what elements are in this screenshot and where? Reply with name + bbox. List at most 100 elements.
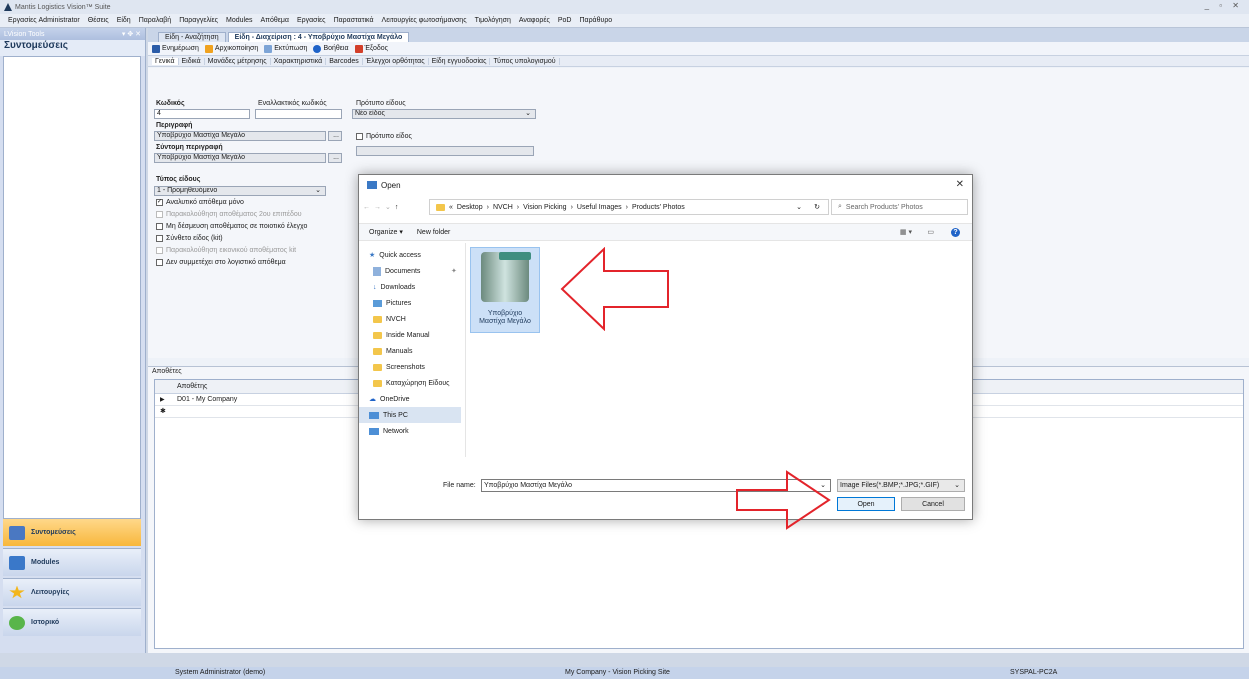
exit-button[interactable]: Έξοδος [354,44,388,53]
computer-icon [369,411,379,419]
up-arrow-icon[interactable]: ↑ [395,204,399,211]
window-controls[interactable]: _ ▫ ✕ [1205,1,1243,10]
tab-validation[interactable]: Έλεγχοι ορθότητας [363,57,429,65]
tab-attributes[interactable]: Χαρακτηριστικά [271,57,327,65]
cancel-button[interactable]: Cancel [901,497,965,511]
nav-button-functions[interactable]: Λειτουργίες [3,578,141,606]
nav-button-shortcuts[interactable]: Συντομεύσεις [3,518,141,546]
tab-general[interactable]: Γενικά [152,57,179,65]
file-thumbnail[interactable]: Υποβρύχιο Μαστίχα Μεγάλο [470,247,540,333]
recent-chevron-icon[interactable]: ⌄ [385,203,391,211]
menu-item[interactable]: Modules [222,17,256,24]
breadcrumb-products-photos[interactable]: Products' Photos [632,204,685,211]
new-folder-button[interactable]: New folder [417,229,450,236]
help-button[interactable]: Βοήθεια [313,44,349,53]
update-button[interactable]: Ενημέρωση [152,44,199,53]
menu-item[interactable]: Απόθεμα [256,17,293,24]
short-description-ellipsis-button[interactable]: ... [328,153,342,163]
menu-item[interactable]: Αναφορές [515,17,554,24]
nav-inside-manual[interactable]: Inside Manual [359,327,461,343]
template-select[interactable]: Νέο είδος ⌄ [352,109,536,119]
short-description-field[interactable]: Υποβρύχιο Μαστίχα Μεγάλο [154,153,326,163]
nav-label: Inside Manual [386,331,430,339]
menu-item[interactable]: Παραστατικά [330,17,378,24]
menu-item[interactable]: Τιμολόγηση [471,17,515,24]
tab-items-manage[interactable]: Είδη - Διαχείριση : 4 - Υποβρύχιο Μαστίχ… [227,32,410,42]
nav-manuals[interactable]: Manuals [359,343,461,359]
close-icon[interactable]: ✕ [956,179,964,190]
nav-this-pc[interactable]: This PC [359,407,461,423]
menu-item[interactable]: Παραλαβή [135,17,176,24]
panel-pin-icon[interactable]: ▾ ✥ ✕ [122,30,141,38]
nav-button-history[interactable]: Ιστορικό [3,608,141,636]
grid-column-header[interactable]: Αποθέτης [177,383,207,390]
reset-button[interactable]: Αρχικοποίηση [204,44,258,53]
chevron-down-icon[interactable]: ⌄ [796,203,802,211]
preview-pane-icon[interactable]: ▭ [927,228,934,236]
nav-button-modules[interactable]: Modules [3,548,141,576]
checkbox-analytical-stock[interactable]: ✓ Αναλυτικό απόθεμα μόνο [156,199,244,206]
breadcrumb-nvch[interactable]: NVCH [493,204,513,211]
history-icon [9,615,25,630]
description-label: Περιγραφή [156,122,193,129]
file-label: Υποβρύχιο Μαστίχα Μεγάλο [471,310,539,326]
tab-calc-type[interactable]: Τύπος υπολογισμού [490,57,560,65]
grid-cell[interactable]: D01 - My Company [177,396,237,403]
nav-network[interactable]: Network [359,423,461,439]
breadcrumb-useful-images[interactable]: Useful Images [577,204,622,211]
menu-item[interactable]: Εργασίες [293,17,330,24]
open-button[interactable]: Open [837,497,895,511]
description-ellipsis-button[interactable]: ... [328,131,342,141]
checkbox-box [156,223,163,230]
forward-arrow-icon[interactable]: → [374,204,381,211]
nav-quick-access[interactable]: ★ Quick access [359,247,461,263]
view-options-icon[interactable]: ▦ ▾ [900,228,912,236]
tab-units[interactable]: Μονάδες μέτρησης [205,57,271,65]
menu-item[interactable]: Είδη [113,17,135,24]
template-checkbox[interactable]: Πρότυπο είδος [356,133,412,140]
shortcuts-list[interactable] [3,56,141,536]
menu-item[interactable]: Θέσεις [84,17,113,24]
print-label: Εκτύπωση [274,45,308,52]
tab-warranty[interactable]: Είδη εγγυοδοσίας [429,57,491,65]
refresh-icon[interactable]: ↻ [814,203,820,211]
description-field[interactable]: Υποβρύχιο Μαστίχα Μεγάλο [154,131,326,141]
nav-nvch[interactable]: NVCH [359,311,461,327]
template-value: Νέο είδος [355,110,385,117]
nav-downloads[interactable]: ↓ Downloads [359,279,461,295]
alt-code-field[interactable] [255,109,342,119]
nav-label: Ιστορικό [31,619,60,626]
breadcrumb-overflow[interactable]: « [449,204,453,211]
nav-onedrive[interactable]: ☁ OneDrive [359,391,461,407]
nav-pictures[interactable]: Pictures [359,295,461,311]
organize-button[interactable]: Organize ▾ [369,228,403,236]
nav-documents[interactable]: Documents ✦ [359,263,461,279]
checkbox-not-in-accounting[interactable]: Δεν συμμετέχει στο λογιστικό απόθεμα [156,259,286,266]
checkbox-box [156,211,163,218]
tab-items-search[interactable]: Είδη - Αναζήτηση [158,32,226,42]
menu-item[interactable]: Παράθυρο [575,17,616,24]
breadcrumb-desktop[interactable]: Desktop [457,204,483,211]
nav-label: Downloads [380,283,416,291]
address-bar[interactable]: « Desktop › NVCH › Vision Picking › Useful … [429,199,829,215]
folder-icon [373,315,382,323]
help-icon[interactable]: ? [951,227,960,237]
checkbox-kit[interactable]: Σύνθετο είδος (kit) [156,235,223,242]
code-field[interactable]: 4 [154,109,250,119]
menu-item[interactable]: PoD [554,17,576,24]
menu-item[interactable]: Εργασίες Administrator [4,17,84,24]
file-type-select[interactable]: Image Files(*.BMP;*.JPG;*.GIF) ⌄ [837,479,965,492]
nav-item-registration[interactable]: Καταχώρηση Είδους [359,375,461,391]
menu-item[interactable]: Παραγγελίες [175,17,222,24]
breadcrumb-vision-picking[interactable]: Vision Picking [523,204,566,211]
print-button[interactable]: Εκτύπωση [264,44,308,53]
checkbox-no-reservation[interactable]: Μη δέσμευση αποθέματος σε ποιοτικό έλεγχ… [156,223,307,230]
back-arrow-icon[interactable]: ← [363,204,370,211]
template-name-field[interactable] [356,146,534,156]
nav-screenshots[interactable]: Screenshots [359,359,461,375]
search-input[interactable]: ⌕ Search Products' Photos [831,199,968,215]
tab-barcodes[interactable]: Barcodes [326,57,363,65]
tab-special[interactable]: Ειδικά [179,57,205,65]
item-type-select[interactable]: 1 - Προμηθευόμενο ⌄ [154,186,326,196]
menu-item[interactable]: Λειτουργίες φωτοσήμανσης [378,17,471,24]
